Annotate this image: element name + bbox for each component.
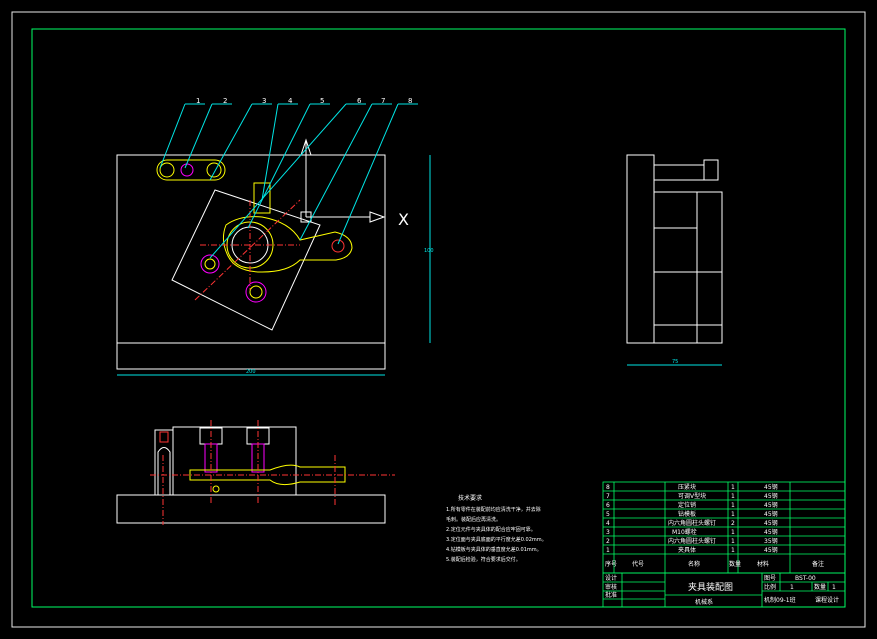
- part-no-8: 8: [606, 484, 610, 491]
- balloon-6: 6: [357, 97, 362, 105]
- balloon-leaders: [159, 103, 418, 259]
- header-name: 名称: [688, 560, 700, 568]
- balloon-4: 4: [288, 97, 293, 105]
- part-name-8: 压紧块: [678, 483, 696, 491]
- balloon-5: 5: [320, 97, 324, 105]
- part-name-1: 夹具体: [678, 546, 696, 554]
- note-line-4: 3.定位面与夹具底面的平行度允差0.02mm。: [446, 536, 547, 543]
- header-remark: 备注: [812, 560, 824, 568]
- cad-drawing: X 200 100 1 2 3 4 5 6 7 8 75 技术要求 1.所有零件…: [11, 11, 866, 628]
- part-name-6: 定位销: [678, 501, 696, 509]
- header-qty: 数量: [729, 560, 741, 568]
- approved-label: 批准: [605, 591, 617, 599]
- note-line-3: 2.定位元件与夹具体的配合应牢固可靠。: [446, 526, 536, 533]
- part-name-7: 可调V型块: [678, 492, 706, 500]
- part-no-7: 7: [606, 493, 610, 500]
- part-mat-5: 45钢: [764, 510, 778, 518]
- part-qty-4: 2: [731, 520, 735, 527]
- part-mat-8: 45钢: [764, 483, 778, 491]
- note-line-2: 毛刺。装配后应再清洗。: [446, 516, 501, 523]
- part-qty-7: 1: [731, 493, 735, 500]
- part-name-2: 内六角圆柱头螺钉: [668, 537, 716, 545]
- x-axis-label: X: [398, 210, 409, 229]
- part-qty-3: 1: [731, 529, 735, 536]
- class-label: 机制09-1班: [764, 596, 796, 604]
- side-width-dim: 75: [672, 359, 678, 365]
- qty-label: 数量: [814, 583, 826, 591]
- inner-frame: [31, 28, 846, 608]
- side-view: 75: [626, 154, 723, 366]
- designed-label: 设计: [605, 574, 617, 582]
- balloon-8: 8: [408, 97, 412, 105]
- parts-list: [602, 481, 846, 574]
- drawing-no: BST-00: [795, 575, 816, 582]
- part-qty-6: 1: [731, 502, 735, 509]
- part-qty-5: 1: [731, 511, 735, 518]
- part-no-1: 1: [606, 547, 610, 554]
- note-line-6: 5.装配后检验，符合要求后交付。: [446, 556, 521, 563]
- balloon-2: 2: [223, 97, 227, 105]
- part-no-5: 5: [606, 511, 610, 518]
- balloon-3: 3: [262, 97, 266, 105]
- part-no-4: 4: [606, 520, 610, 527]
- technical-notes: 技术要求 1.所有零件在装配前均应清洗干净，并去除 毛刺。装配后应再清洗。 2.…: [446, 494, 547, 563]
- header-material: 材料: [757, 560, 769, 568]
- drawing-title: 夹具装配图: [688, 581, 733, 593]
- ratio-value: 1: [790, 584, 794, 591]
- outer-frame: [11, 11, 866, 628]
- header-no: 序号: [605, 560, 617, 568]
- header-code: 代号: [632, 560, 644, 568]
- part-mat-1: 45钢: [764, 546, 778, 554]
- part-qty-2: 1: [731, 538, 735, 545]
- part-name-5: 钻模板: [678, 510, 696, 518]
- part-no-2: 2: [606, 538, 610, 545]
- top-view: X 200 100 1 2 3 4 5 6 7 8: [116, 97, 434, 376]
- part-mat-4: 45钢: [764, 519, 778, 527]
- part-qty-1: 1: [731, 547, 735, 554]
- unit-name: 机械系: [695, 598, 713, 606]
- drawing-no-label: 图号: [764, 575, 776, 582]
- ratio-label: 比例: [764, 583, 776, 591]
- part-qty-8: 1: [731, 484, 735, 491]
- part-name-3: M10螺栓: [672, 528, 697, 536]
- balloon-7: 7: [381, 97, 385, 105]
- notes-title: 技术要求: [458, 494, 482, 502]
- qty-value: 1: [832, 584, 836, 591]
- top-width-dim: 200: [246, 369, 256, 375]
- checked-label: 审核: [605, 583, 617, 591]
- part-mat-7: 45钢: [764, 492, 778, 500]
- part-mat-3: 45钢: [764, 528, 778, 536]
- top-height-dim: 100: [424, 248, 434, 254]
- part-mat-2: 35钢: [764, 537, 778, 545]
- parts-list-text: 8 压紧块 1 45钢 7 可调V型块 1 45钢 6 定位销 1 45钢 5 …: [605, 483, 824, 568]
- part-mat-6: 45钢: [764, 501, 778, 509]
- note-line-1: 1.所有零件在装配前均应清洗干净，并去除: [446, 506, 541, 513]
- school-label: 课程设计: [815, 596, 839, 604]
- front-view: [116, 420, 395, 525]
- top-view-base: [116, 154, 386, 344]
- part-no-6: 6: [606, 502, 610, 509]
- rotated-plate: [171, 189, 321, 331]
- note-line-5: 4.钻模板与夹具体的垂直度允差0.01mm。: [446, 546, 542, 553]
- part-no-3: 3: [606, 529, 610, 536]
- part-name-4: 内六角圆柱头螺钉: [668, 519, 716, 527]
- title-block-text: 设计 审核 批准 夹具装配图 机械系 图号 BST-00 比例 1 数量 1 机…: [605, 574, 839, 606]
- balloon-1: 1: [196, 97, 200, 105]
